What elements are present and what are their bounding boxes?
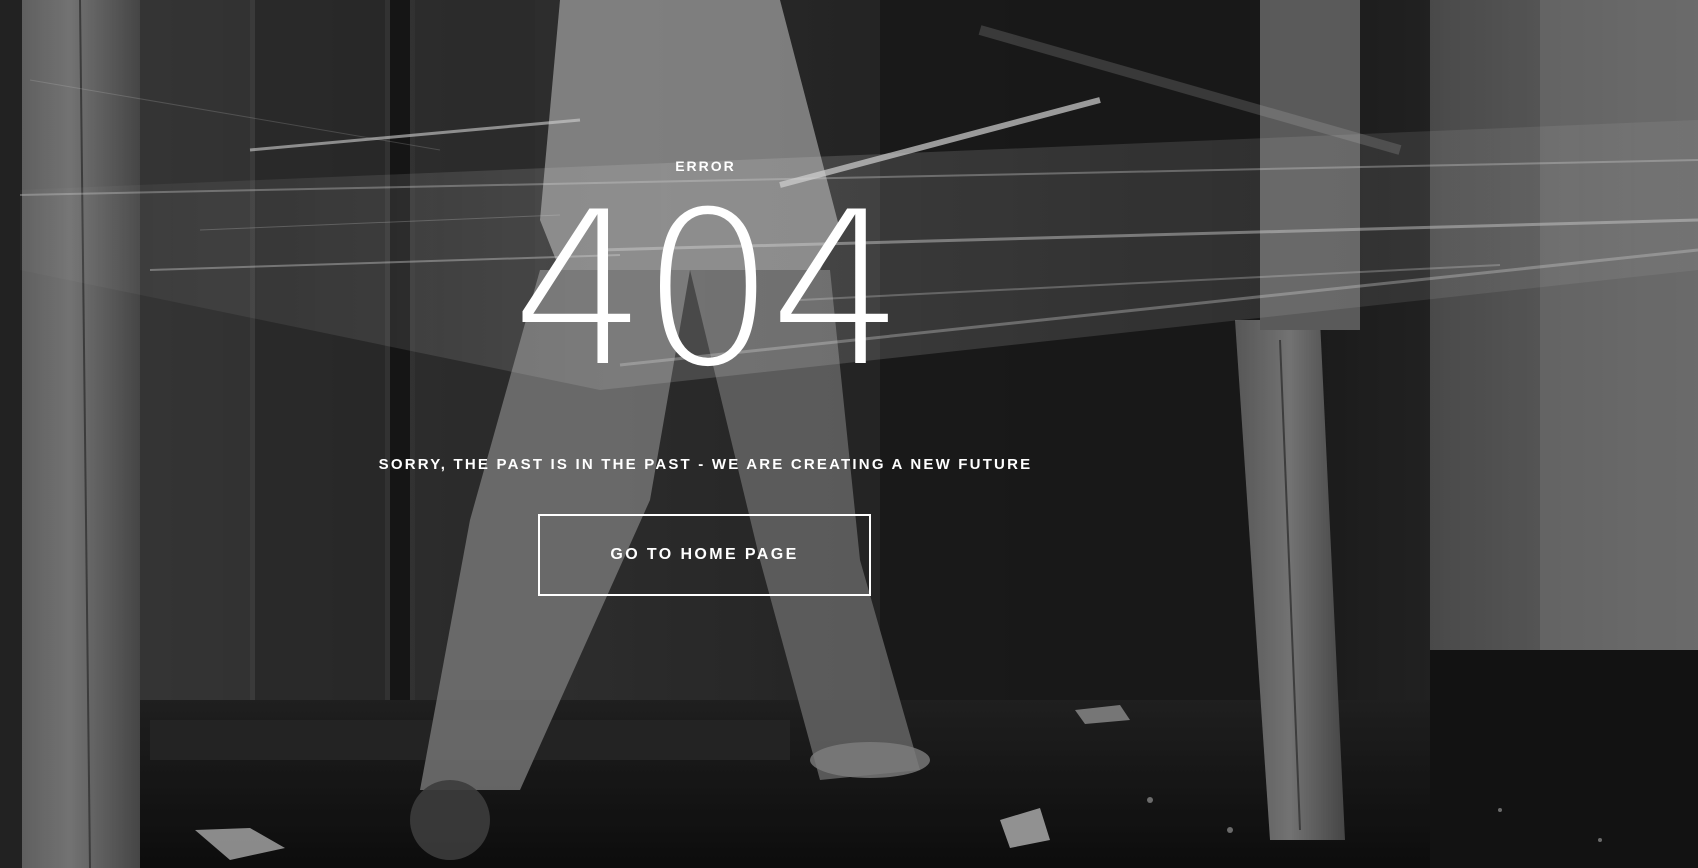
error-code: 404 [512,166,905,413]
error-page: ERROR 404 SORRY, THE PAST IS IN THE PAST… [0,0,1698,868]
go-to-home-page-button[interactable]: GO TO HOME PAGE [538,514,871,596]
error-message: SORRY, THE PAST IS IN THE PAST - WE ARE … [378,456,1033,473]
error-content: ERROR 404 SORRY, THE PAST IS IN THE PAST… [0,0,1411,868]
